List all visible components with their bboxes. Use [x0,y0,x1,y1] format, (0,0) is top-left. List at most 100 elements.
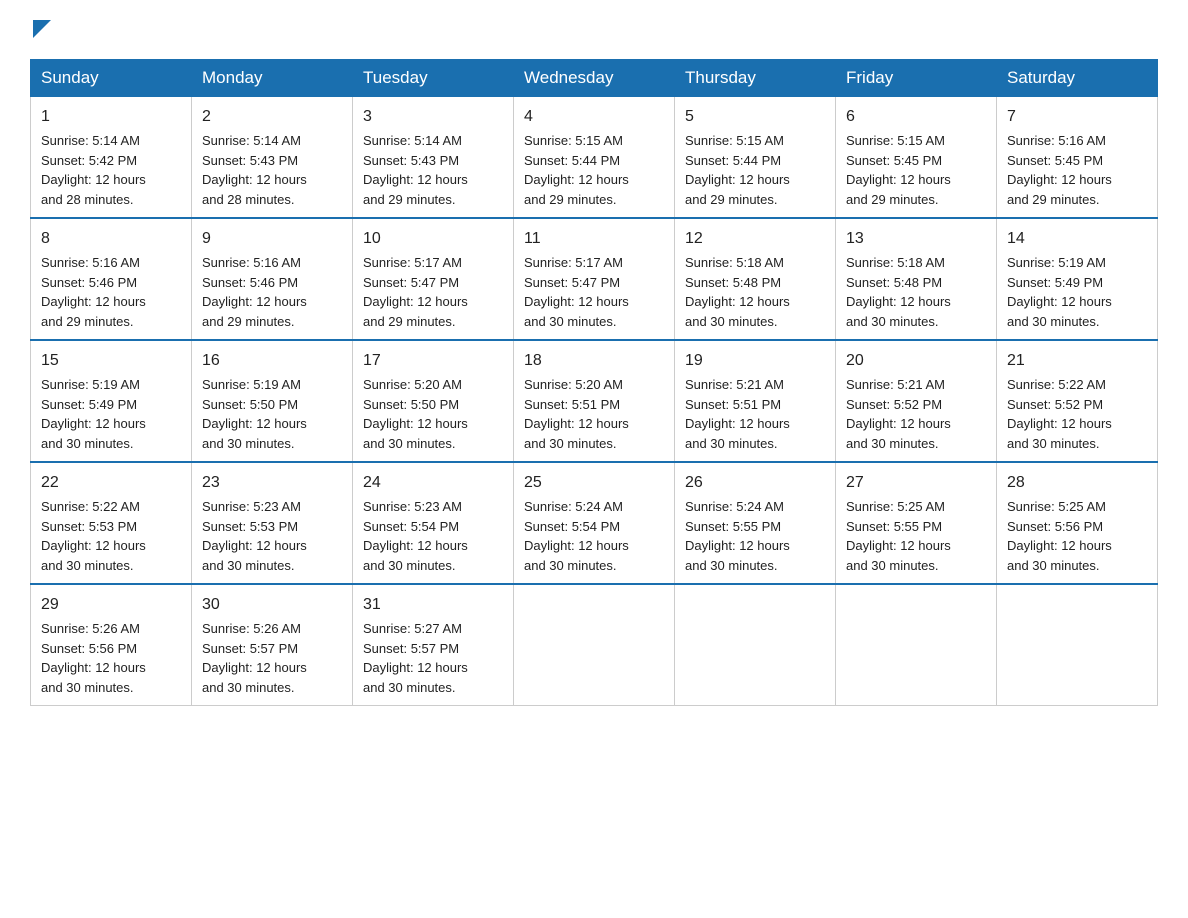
day-info: Sunrise: 5:15 AMSunset: 5:44 PMDaylight:… [685,133,790,207]
day-info: Sunrise: 5:26 AMSunset: 5:56 PMDaylight:… [41,621,146,695]
calendar-cell [997,584,1158,706]
day-info: Sunrise: 5:19 AMSunset: 5:49 PMDaylight:… [41,377,146,451]
day-number: 16 [202,349,342,373]
calendar-cell: 10 Sunrise: 5:17 AMSunset: 5:47 PMDayligh… [353,218,514,340]
calendar-cell: 26 Sunrise: 5:24 AMSunset: 5:55 PMDayligh… [675,462,836,584]
logo-arrow-icon [33,20,51,38]
day-number: 7 [1007,105,1147,129]
day-number: 13 [846,227,986,251]
day-info: Sunrise: 5:17 AMSunset: 5:47 PMDaylight:… [363,255,468,329]
day-number: 4 [524,105,664,129]
col-header-thursday: Thursday [675,60,836,97]
logo [30,20,51,41]
day-number: 11 [524,227,664,251]
calendar-cell: 30 Sunrise: 5:26 AMSunset: 5:57 PMDayligh… [192,584,353,706]
day-info: Sunrise: 5:22 AMSunset: 5:52 PMDaylight:… [1007,377,1112,451]
calendar-week-row: 22 Sunrise: 5:22 AMSunset: 5:53 PMDayligh… [31,462,1158,584]
calendar-cell: 8Sunrise: 5:16 AMSunset: 5:46 PMDaylight… [31,218,192,340]
day-number: 28 [1007,471,1147,495]
day-number: 27 [846,471,986,495]
day-number: 14 [1007,227,1147,251]
calendar-cell: 1Sunrise: 5:14 AMSunset: 5:42 PMDaylight… [31,97,192,219]
day-info: Sunrise: 5:16 AMSunset: 5:46 PMDaylight:… [41,255,146,329]
day-number: 30 [202,593,342,617]
day-number: 19 [685,349,825,373]
day-info: Sunrise: 5:16 AMSunset: 5:46 PMDaylight:… [202,255,307,329]
day-number: 5 [685,105,825,129]
day-number: 15 [41,349,181,373]
day-number: 9 [202,227,342,251]
calendar-week-row: 1Sunrise: 5:14 AMSunset: 5:42 PMDaylight… [31,97,1158,219]
calendar-week-row: 29Sunrise: 5:26 AMSunset: 5:56 PMDayligh… [31,584,1158,706]
day-number: 10 [363,227,503,251]
day-info: Sunrise: 5:20 AMSunset: 5:51 PMDaylight:… [524,377,629,451]
calendar-cell: 20Sunrise: 5:21 AMSunset: 5:52 PMDayligh… [836,340,997,462]
day-number: 23 [202,471,342,495]
day-info: Sunrise: 5:17 AMSunset: 5:47 PMDaylight:… [524,255,629,329]
calendar-cell: 19 Sunrise: 5:21 AMSunset: 5:51 PMDayligh… [675,340,836,462]
day-info: Sunrise: 5:21 AMSunset: 5:51 PMDaylight:… [685,377,790,451]
day-number: 18 [524,349,664,373]
calendar-cell: 5 Sunrise: 5:15 AMSunset: 5:44 PMDaylight… [675,97,836,219]
calendar-cell [675,584,836,706]
calendar-cell: 15 Sunrise: 5:19 AMSunset: 5:49 PMDayligh… [31,340,192,462]
calendar-cell: 31 Sunrise: 5:27 AMSunset: 5:57 PMDayligh… [353,584,514,706]
day-info: Sunrise: 5:19 AMSunset: 5:49 PMDaylight:… [1007,255,1112,329]
day-info: Sunrise: 5:19 AMSunset: 5:50 PMDaylight:… [202,377,307,451]
day-number: 22 [41,471,181,495]
calendar-cell: 6 Sunrise: 5:15 AMSunset: 5:45 PMDaylight… [836,97,997,219]
calendar-cell: 24 Sunrise: 5:23 AMSunset: 5:54 PMDayligh… [353,462,514,584]
day-number: 21 [1007,349,1147,373]
page-header [30,20,1158,41]
col-header-monday: Monday [192,60,353,97]
day-info: Sunrise: 5:24 AMSunset: 5:54 PMDaylight:… [524,499,629,573]
calendar-cell: 9 Sunrise: 5:16 AMSunset: 5:46 PMDaylight… [192,218,353,340]
day-number: 6 [846,105,986,129]
day-info: Sunrise: 5:23 AMSunset: 5:54 PMDaylight:… [363,499,468,573]
calendar-cell: 27Sunrise: 5:25 AMSunset: 5:55 PMDayligh… [836,462,997,584]
day-number: 26 [685,471,825,495]
day-number: 17 [363,349,503,373]
calendar-table: SundayMondayTuesdayWednesdayThursdayFrid… [30,59,1158,706]
calendar-cell: 28 Sunrise: 5:25 AMSunset: 5:56 PMDayligh… [997,462,1158,584]
day-info: Sunrise: 5:16 AMSunset: 5:45 PMDaylight:… [1007,133,1112,207]
calendar-cell: 12Sunrise: 5:18 AMSunset: 5:48 PMDayligh… [675,218,836,340]
day-number: 24 [363,471,503,495]
calendar-cell [514,584,675,706]
day-info: Sunrise: 5:21 AMSunset: 5:52 PMDaylight:… [846,377,951,451]
day-info: Sunrise: 5:27 AMSunset: 5:57 PMDaylight:… [363,621,468,695]
col-header-tuesday: Tuesday [353,60,514,97]
day-info: Sunrise: 5:20 AMSunset: 5:50 PMDaylight:… [363,377,468,451]
col-header-friday: Friday [836,60,997,97]
calendar-cell: 13 Sunrise: 5:18 AMSunset: 5:48 PMDayligh… [836,218,997,340]
day-info: Sunrise: 5:24 AMSunset: 5:55 PMDaylight:… [685,499,790,573]
day-info: Sunrise: 5:15 AMSunset: 5:44 PMDaylight:… [524,133,629,207]
calendar-cell: 7 Sunrise: 5:16 AMSunset: 5:45 PMDaylight… [997,97,1158,219]
calendar-cell: 18 Sunrise: 5:20 AMSunset: 5:51 PMDayligh… [514,340,675,462]
day-info: Sunrise: 5:15 AMSunset: 5:45 PMDaylight:… [846,133,951,207]
calendar-cell: 22 Sunrise: 5:22 AMSunset: 5:53 PMDayligh… [31,462,192,584]
calendar-cell: 21 Sunrise: 5:22 AMSunset: 5:52 PMDayligh… [997,340,1158,462]
day-number: 12 [685,227,825,251]
calendar-week-row: 8Sunrise: 5:16 AMSunset: 5:46 PMDaylight… [31,218,1158,340]
day-info: Sunrise: 5:14 AMSunset: 5:43 PMDaylight:… [363,133,468,207]
day-info: Sunrise: 5:26 AMSunset: 5:57 PMDaylight:… [202,621,307,695]
calendar-cell: 16 Sunrise: 5:19 AMSunset: 5:50 PMDayligh… [192,340,353,462]
calendar-week-row: 15 Sunrise: 5:19 AMSunset: 5:49 PMDayligh… [31,340,1158,462]
day-number: 2 [202,105,342,129]
calendar-cell: 14 Sunrise: 5:19 AMSunset: 5:49 PMDayligh… [997,218,1158,340]
day-number: 3 [363,105,503,129]
day-info: Sunrise: 5:14 AMSunset: 5:43 PMDaylight:… [202,133,307,207]
calendar-cell: 25 Sunrise: 5:24 AMSunset: 5:54 PMDayligh… [514,462,675,584]
day-info: Sunrise: 5:25 AMSunset: 5:56 PMDaylight:… [1007,499,1112,573]
day-number: 31 [363,593,503,617]
day-number: 25 [524,471,664,495]
calendar-cell: 17 Sunrise: 5:20 AMSunset: 5:50 PMDayligh… [353,340,514,462]
day-info: Sunrise: 5:22 AMSunset: 5:53 PMDaylight:… [41,499,146,573]
calendar-cell: 2 Sunrise: 5:14 AMSunset: 5:43 PMDaylight… [192,97,353,219]
calendar-header-row: SundayMondayTuesdayWednesdayThursdayFrid… [31,60,1158,97]
calendar-cell: 23 Sunrise: 5:23 AMSunset: 5:53 PMDayligh… [192,462,353,584]
col-header-sunday: Sunday [31,60,192,97]
day-info: Sunrise: 5:18 AMSunset: 5:48 PMDaylight:… [846,255,951,329]
day-info: Sunrise: 5:23 AMSunset: 5:53 PMDaylight:… [202,499,307,573]
